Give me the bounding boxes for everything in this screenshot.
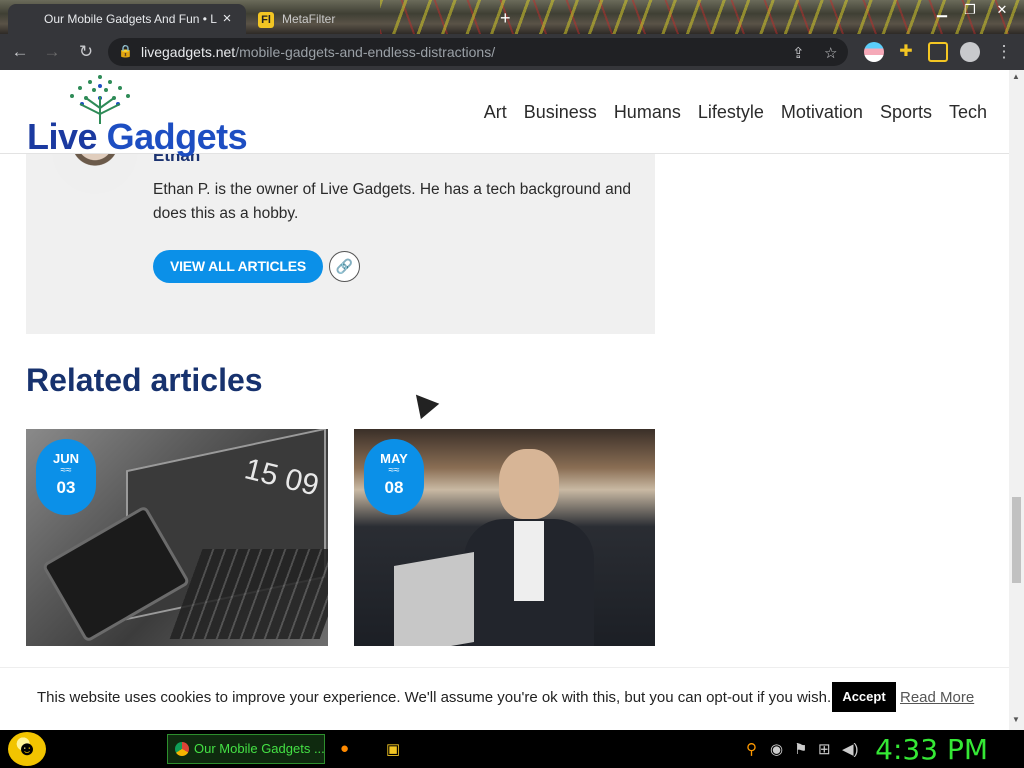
os-taskbar: ☻ Our Mobile Gadgets ... ● ▣ ⚲ ◉ ⚑ ⊞ ◀) … [0,730,1024,768]
menu-item-tech[interactable]: Tech [949,102,987,123]
forward-icon[interactable]: → [40,41,64,63]
restore-icon[interactable]: ❐ [956,2,984,18]
share-icon[interactable]: ⇪ [792,44,805,62]
tab-close-icon[interactable]: × [218,10,236,28]
tab-inactive[interactable]: Fl MetaFilter [250,4,490,34]
menu-item-business[interactable]: Business [524,102,597,123]
page-scrollbar[interactable]: ▲ ▼ [1009,70,1024,730]
mouse-cursor-icon [406,386,440,420]
menu-item-humans[interactable]: Humans [614,102,681,123]
menu-item-lifestyle[interactable]: Lifestyle [698,102,764,123]
folder-icon[interactable]: ▣ [386,740,400,758]
back-icon[interactable]: ← [8,41,32,63]
bookmark-star-icon[interactable]: ☆ [824,44,837,62]
minimize-icon[interactable]: ▁ [928,2,956,18]
article-image-businessman [464,449,594,646]
tab-title: MetaFilter [282,12,336,26]
chrome-icon [175,742,189,756]
tray-status-icon[interactable]: ◉ [770,740,783,758]
browser-toolbar: ← → ↻ 🔒 livegadgets.net/mobile-gadgets-a… [0,34,1024,70]
cookie-banner: This website uses cookies to improve you… [0,667,1009,730]
web-page: Ethan Ethan P. is the owner of Live Gadg… [0,70,1009,730]
date-day: 08 [384,478,404,497]
extension-flag-icon[interactable] [864,42,884,62]
start-smiley-icon[interactable]: ☻ [8,732,46,766]
taskbar-chrome-item[interactable]: Our Mobile Gadgets ... [167,734,325,764]
menu-item-sports[interactable]: Sports [880,102,932,123]
cookie-text: This website uses cookies to improve you… [37,689,832,706]
view-all-articles-button[interactable]: VIEW ALL ARTICLES [153,250,323,283]
taskbar-clock[interactable]: 4:33 PM [875,733,988,766]
action-center-flag-icon[interactable]: ⚑ [794,740,807,758]
cookie-read-more-link[interactable]: Read More [900,689,974,706]
site-logo[interactable]: Live Gadgets [27,116,248,158]
lock-icon: 🔒 [118,44,133,58]
date-month: MAY [380,451,408,466]
main-menu: Art Business Humans Lifestyle Motivation… [484,102,987,123]
date-badge: JUN ≈≈ 03 [36,439,96,515]
address-bar[interactable]: 🔒 livegadgets.net/mobile-gadgets-and-end… [108,38,848,66]
related-articles-heading: Related articles [26,362,263,398]
author-bio: Ethan P. is the owner of Live Gadgets. H… [153,181,631,222]
date-day: 03 [56,478,76,497]
menu-item-motivation[interactable]: Motivation [781,102,863,123]
taskbar-item-label: Our Mobile Gadgets ... [194,741,325,756]
wave-divider-icon: ≈≈ [388,465,400,476]
scroll-down-icon[interactable]: ▼ [1012,715,1020,724]
menu-kebab-icon[interactable]: ⋮ [992,41,1016,63]
date-month: JUN [52,451,79,466]
site-header: Live Gadgets Art Business Humans Lifesty… [0,70,1009,157]
related-article-card[interactable]: MAY ≈≈ 08 [354,429,655,646]
firefox-icon[interactable]: ● [340,740,349,757]
related-article-card[interactable]: 15 09 JUN ≈≈ 03 [26,429,328,646]
wave-divider-icon: ≈≈ [60,465,72,476]
side-panel-icon[interactable] [928,42,948,62]
search-icon[interactable]: ⚲ [746,740,757,758]
tab-title: Our Mobile Gadgets And Fun • L [44,12,217,26]
new-tab-icon[interactable]: + [500,8,511,29]
scroll-up-icon[interactable]: ▲ [1012,72,1020,81]
scrollbar-thumb[interactable] [1012,497,1021,583]
site-favicon-icon [20,12,36,28]
tab-active[interactable]: Our Mobile Gadgets And Fun • L × [8,4,246,34]
window-close-icon[interactable]: ✕ [988,2,1016,18]
network-icon[interactable]: ⊞ [818,740,831,758]
url-text: livegadgets.net/mobile-gadgets-and-endle… [141,44,496,60]
volume-icon[interactable]: ◀) [842,740,859,758]
extensions-puzzle-icon[interactable]: ✚ [896,42,916,62]
profile-avatar-icon[interactable] [960,42,980,62]
date-badge: MAY ≈≈ 08 [364,439,424,515]
author-link-icon[interactable]: 🔗 [329,251,360,282]
menu-item-art[interactable]: Art [484,102,507,123]
reload-icon[interactable]: ↻ [74,41,98,63]
metafilter-favicon-icon: Fl [258,12,274,28]
browser-tabstrip: Our Mobile Gadgets And Fun • L × Fl Meta… [0,0,1024,34]
cookie-accept-button[interactable]: Accept [832,682,896,712]
article-image-laptop [394,551,474,646]
